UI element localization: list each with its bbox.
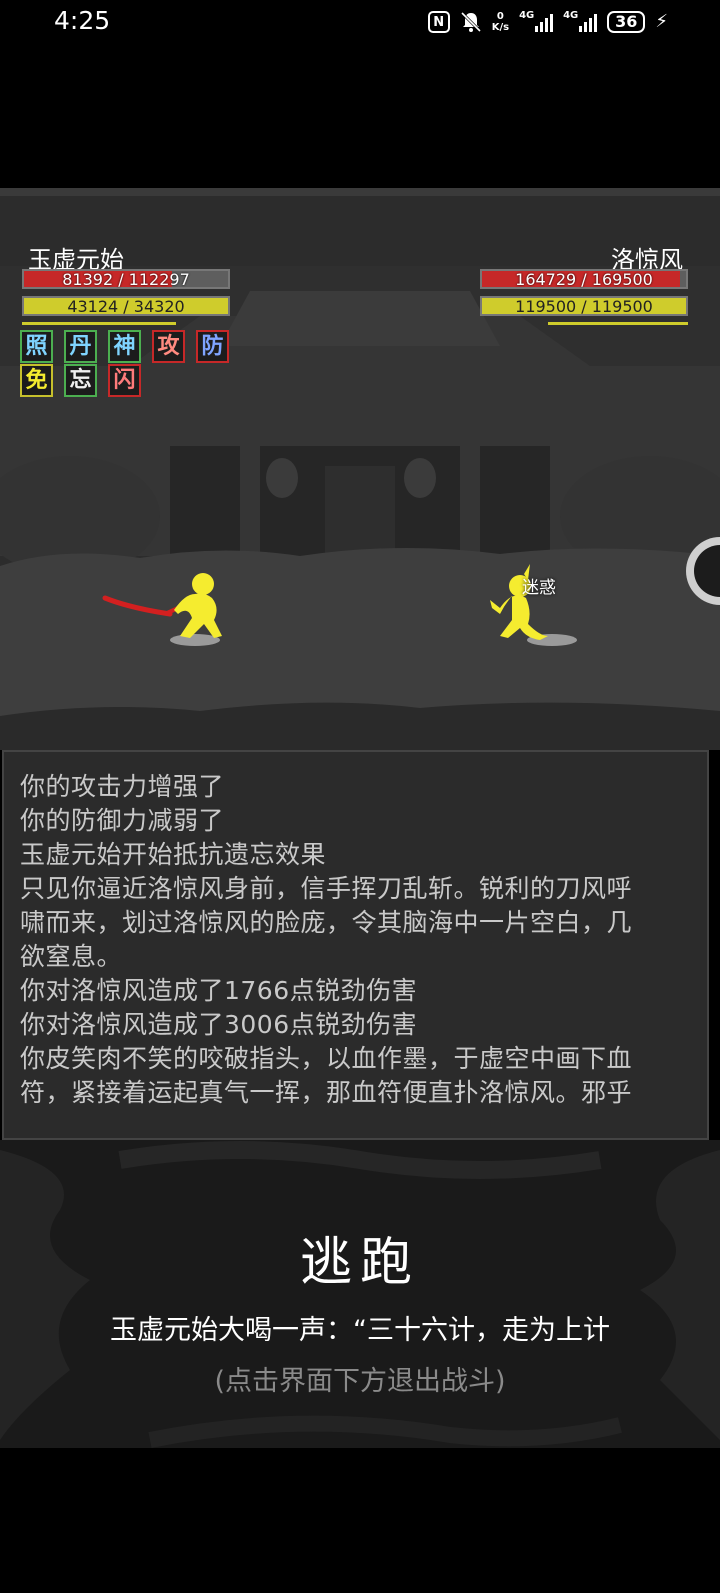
scene-top-border — [0, 188, 720, 196]
mute-bell-icon — [460, 11, 481, 33]
buff-icon[interactable]: 防 — [196, 330, 229, 363]
bottom-area[interactable] — [0, 1448, 720, 1593]
enemy-hp-bar: 164729 / 169500 — [480, 269, 688, 289]
battle-log[interactable]: 你的攻击力增强了 你的防御力减弱了玉虚元始开始抵抗遗忘效果只见你逼近洛惊风身前，信… — [2, 750, 709, 1140]
player-hp-bar: 81392 / 112297 — [22, 269, 230, 289]
status-bar: 4:25 N 0 K/s 4G 4G 36 ⚡ — [0, 0, 720, 44]
network-type: 4G — [519, 10, 535, 21]
escape-message: 玉虚元始大喝一声：“三十六计，走为上计 — [110, 1315, 610, 1346]
log-line: 你的防御力减弱了 — [20, 806, 225, 835]
signal-icon: 4G — [519, 10, 554, 32]
signal-icon: 4G — [563, 10, 598, 32]
escape-panel[interactable]: 逃跑 玉虚元始大喝一声：“三十六计，走为上计 (点击界面下方退出战斗) — [0, 1140, 720, 1448]
buff-icon[interactable]: 照 — [20, 330, 53, 363]
buff-icon[interactable]: 免 — [20, 364, 53, 397]
enemy-hp-text: 164729 / 169500 — [515, 270, 653, 289]
status-icons: N 0 K/s 4G 4G 36 ⚡ — [427, 9, 668, 35]
log-line: 只见你逼近洛惊风身前，信手挥刀乱斩。锐利的刀风呼 — [20, 874, 633, 903]
log-line: 欲窒息。 — [20, 942, 123, 971]
player-hp-text: 81392 / 112297 — [62, 270, 190, 289]
enemy-stamina-line — [548, 322, 688, 325]
network-speed: 0 K/s — [492, 11, 509, 33]
log-line: 啸而来，划过洛惊风的脸庞，令其脑海中一片空白，几 — [20, 908, 633, 937]
buff-icon[interactable]: 丹 — [64, 330, 97, 363]
log-line: 你的攻击力增强了 — [20, 772, 225, 801]
battery-level: 36 — [615, 12, 638, 31]
buff-icon[interactable]: 神 — [108, 330, 141, 363]
charging-bolt-icon: ⚡ — [655, 11, 668, 32]
buff-icon[interactable]: 忘 — [64, 364, 97, 397]
enemy-status-effect: 迷惑 — [522, 578, 556, 598]
log-line: 你对洛惊风造成了1766点锐劲伤害 — [20, 976, 418, 1005]
log-line: 玉虚元始开始抵抗遗忘效果 — [20, 840, 327, 869]
enemy-mp-text: 119500 / 119500 — [515, 297, 653, 316]
exit-battle-hint[interactable]: (点击界面下方退出战斗) — [0, 1359, 720, 1398]
buff-icon[interactable]: 闪 — [108, 364, 141, 397]
player-stamina-line — [22, 322, 176, 325]
battery-icon: 36 — [607, 11, 646, 33]
escape-button[interactable]: 逃跑 — [0, 1220, 720, 1295]
network-type: 4G — [563, 10, 579, 21]
log-line: 符，紧接着运起真气一挥，那血符便直扑洛惊风。邪乎 — [20, 1078, 633, 1107]
speed-unit: K/s — [491, 22, 510, 33]
nfc-icon: N — [427, 11, 450, 33]
speed-value: 0 — [496, 11, 504, 22]
battle-log-lines: 你的攻击力增强了 你的防御力减弱了玉虚元始开始抵抗遗忘效果只见你逼近洛惊风身前，信… — [20, 770, 691, 1110]
enemy-mp-bar: 119500 / 119500 — [480, 296, 688, 316]
status-time: 4:25 — [54, 6, 111, 35]
player-mp-bar: 43124 / 34320 — [22, 296, 230, 316]
log-line: 你皮笑肉不笑的咬破指头，以血作墨，于虚空中画下血 — [20, 1044, 633, 1073]
battle-scene[interactable]: 玉虚元始 洛惊风 81392 / 112297 43124 / 34320 16… — [0, 196, 720, 750]
buff-icon[interactable]: 攻 — [152, 330, 185, 363]
log-line: 你对洛惊风造成了3006点锐劲伤害 — [20, 1010, 418, 1039]
player-mp-text: 43124 / 34320 — [67, 297, 185, 316]
